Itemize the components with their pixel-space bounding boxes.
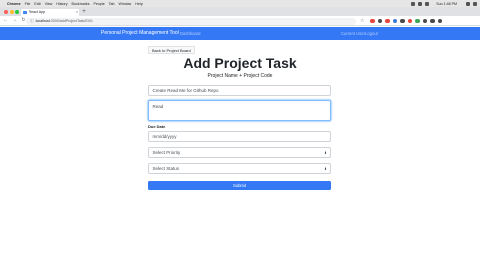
status-select[interactable]: Select Status ⬍ (148, 163, 331, 174)
new-tab-button[interactable]: + (81, 9, 87, 15)
submit-button[interactable]: Submit (148, 181, 331, 190)
menu-window[interactable]: Window (119, 2, 132, 6)
menu-app-name[interactable]: Chrome (7, 2, 21, 6)
battery-icon[interactable] (418, 1, 423, 6)
status-select-value: Select Status (152, 166, 180, 171)
menu-file[interactable]: File (25, 2, 31, 6)
browser-extension-icon[interactable] (437, 18, 442, 23)
menu-help[interactable]: Help (135, 2, 142, 6)
control-center-icon[interactable] (473, 1, 477, 6)
url-path: :3000/addProjectTask/ID01 (49, 19, 93, 23)
back-to-project-board-button[interactable]: Back to Project Board (148, 46, 195, 54)
summary-input-value: Create Read Me for Github Repo (152, 88, 219, 93)
search-icon[interactable] (466, 1, 470, 6)
menu-people[interactable]: People (94, 2, 105, 6)
browser-toolbar: ← → ↻ ⓘ localhost :3000/addProjectTask/I… (0, 16, 480, 26)
address-bar[interactable]: ⓘ localhost :3000/addProjectTask/ID01 (26, 17, 356, 25)
due-date-input[interactable]: mm/dd/yyyy (148, 131, 331, 142)
priority-select[interactable]: Select Priority ⬍ (148, 147, 331, 158)
due-date-placeholder: mm/dd/yyyy (152, 134, 177, 139)
extension-icons (370, 18, 445, 23)
volume-icon[interactable] (425, 1, 430, 6)
browser-extension-icon[interactable] (400, 18, 405, 23)
browser-extension-icon[interactable] (377, 18, 382, 23)
forward-arrow-icon[interactable]: → (11, 17, 18, 24)
url-host: localhost (35, 19, 50, 23)
wifi-icon[interactable] (411, 1, 416, 6)
navbar-brand[interactable]: Personal Project Management Tool (101, 27, 179, 40)
priority-select-value: Select Priority (152, 150, 181, 155)
tab-title: React App (28, 10, 46, 15)
menu-history[interactable]: History (56, 2, 67, 6)
bookmark-star-icon[interactable]: ☆ (360, 18, 364, 24)
system-tray-extra (463, 1, 477, 6)
site-info-icon[interactable]: ⓘ (30, 19, 34, 24)
browser-extension-icon[interactable] (430, 18, 435, 23)
window-minimize-button[interactable] (9, 9, 14, 14)
priority-chevron-icon: ⬍ (323, 150, 327, 155)
browser-extension-icon[interactable] (407, 18, 412, 23)
acceptance-criteria-value: Read (152, 104, 164, 109)
back-arrow-icon[interactable]: ← (2, 17, 9, 24)
acceptance-criteria-textarea[interactable]: Read (148, 100, 331, 121)
window-maximize-button[interactable] (15, 9, 19, 14)
browser-extension-icon[interactable] (415, 18, 420, 23)
summary-input[interactable]: Create Read Me for Github Repo (148, 85, 331, 96)
menu-bookmarks[interactable]: Bookmarks (72, 2, 90, 6)
browser-tab[interactable]: React App × (21, 8, 79, 16)
menu-tab[interactable]: Tab (109, 2, 115, 6)
window-close-button[interactable] (4, 9, 8, 14)
status-chevron-icon: ⬍ (323, 166, 327, 171)
browser-extension-icon[interactable] (370, 18, 375, 23)
macos-menu-bar: Chrome File Edit View History Bookmarks … (0, 0, 480, 7)
menu-edit[interactable]: Edit (34, 2, 40, 6)
app-navbar: Personal Project Management Tool Dashboa… (0, 27, 480, 40)
browser-extension-icon[interactable] (385, 18, 390, 23)
react-favicon-icon (23, 10, 27, 14)
page-subtitle: Project Name + Project Code (207, 73, 273, 79)
nav-link-current-user[interactable]: Current User (341, 27, 365, 40)
page-title: Add Project Task (183, 55, 297, 71)
browser-extension-icon[interactable] (392, 18, 397, 23)
menu-view[interactable]: View (45, 2, 53, 6)
nav-link-dashboard[interactable]: Dashboard (180, 27, 201, 40)
status-tray (408, 1, 430, 6)
nav-link-logout[interactable]: Logout (365, 27, 378, 40)
due-date-label: Due Date (148, 124, 166, 129)
browser-tab-strip: React App × + (0, 7, 480, 16)
browser-extension-icon[interactable] (422, 18, 427, 23)
menu-clock[interactable]: Sun 1:48 PM (436, 2, 457, 6)
tab-close-icon[interactable]: × (75, 10, 79, 14)
